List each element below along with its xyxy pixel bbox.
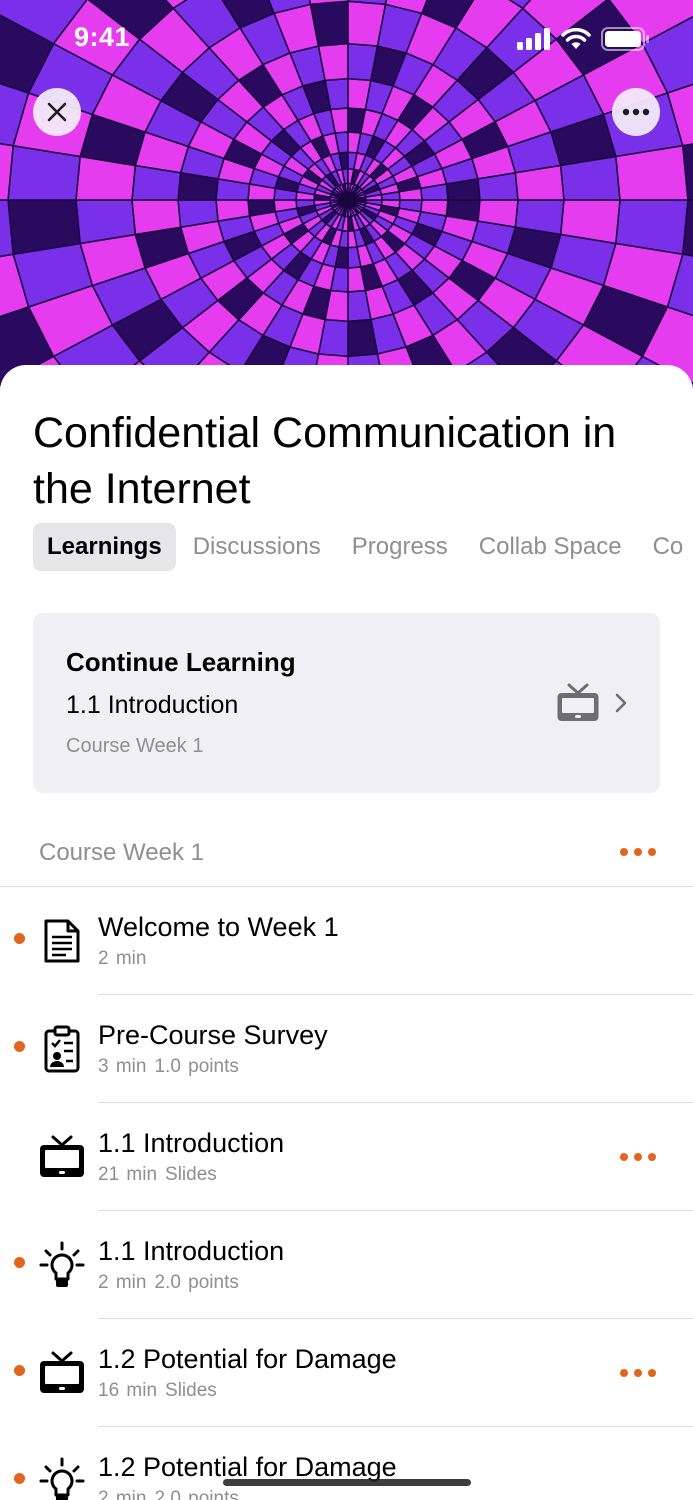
status-icons [517,26,649,52]
item-title: Pre-Course Survey [98,1020,328,1050]
item-meta: 3 min 1.0 points [98,1056,239,1077]
tab-learnings[interactable]: Learnings [33,523,176,571]
item-title: Welcome to Week 1 [98,912,339,942]
item-title: 1.1 Introduction [98,1236,285,1266]
quiz-lightbulb-icon [39,1241,85,1287]
list-item[interactable]: Pre-Course Survey 3 min 1.0 points [0,995,693,1103]
unread-dot [14,1041,25,1052]
item-meta: 16 min Slides [98,1380,217,1401]
document-icon [44,919,80,963]
item-title: 1.2 Potential for Damage [98,1344,397,1374]
item-more-button[interactable] [620,1153,656,1161]
list-item[interactable]: 1.2 Potential for Damage 2 min 2.0 points [0,1427,693,1500]
item-meta: 2 min 2.0 points [98,1272,239,1293]
item-title: 1.1 Introduction [98,1128,285,1158]
survey-icon [44,1025,80,1073]
continue-learning-heading: Continue Learning [66,647,296,677]
unread-dot [14,1257,25,1268]
video-icon [40,1351,84,1393]
course-title: Confidential Communication in the Intern… [33,409,617,513]
tab-collab-space[interactable]: Collab Space [465,523,636,571]
home-indicator [223,1479,471,1486]
chevron-right-icon [615,693,627,713]
list-item[interactable]: Welcome to Week 1 2 min [0,887,693,995]
unread-dot [14,1365,25,1376]
item-more-button[interactable] [620,1369,656,1377]
unread-dot [14,933,25,944]
course-hero-image: 9:41 [0,0,693,400]
tab-progress[interactable]: Progress [338,523,462,571]
close-button[interactable] [33,88,81,136]
close-icon [47,102,67,122]
quiz-lightbulb-icon [39,1457,85,1500]
list-item[interactable]: 1.1 Introduction 2 min 2.0 points [0,1211,693,1319]
continue-learning-card[interactable]: Continue Learning 1.1 Introduction Cours… [33,613,660,793]
course-sheet: Confidential Communication in the Intern… [0,365,693,1500]
course-tabs: Learnings Discussions Progress Collab Space… [33,523,693,571]
cellular-signal-icon [517,28,550,50]
item-meta: 21 min Slides [98,1164,217,1185]
tab-more-truncated[interactable]: Co [639,523,693,571]
continue-learning-week: Course Week 1 [66,735,204,757]
section-header: Course Week 1 [0,821,693,887]
section-more-button[interactable] [620,848,656,856]
continue-learning-item: 1.1 Introduction [66,691,239,719]
wifi-icon [561,28,591,49]
status-time: 9:41 [74,22,131,52]
item-meta: 2 min [98,948,147,969]
list-item[interactable]: 1.1 Introduction 21 min Slides [0,1103,693,1211]
video-icon [557,683,599,721]
tab-discussions[interactable]: Discussions [179,523,335,571]
video-icon [40,1135,84,1177]
item-meta: 2 min 2.0 points [98,1488,239,1500]
battery-icon [601,27,649,51]
section-title: Course Week 1 [39,839,204,866]
more-options-button[interactable] [612,88,660,136]
unread-dot [14,1473,25,1484]
status-bar: 9:41 [0,0,693,80]
list-item[interactable]: 1.2 Potential for Damage 16 min Slides [0,1319,693,1427]
more-horizontal-icon [622,108,650,116]
